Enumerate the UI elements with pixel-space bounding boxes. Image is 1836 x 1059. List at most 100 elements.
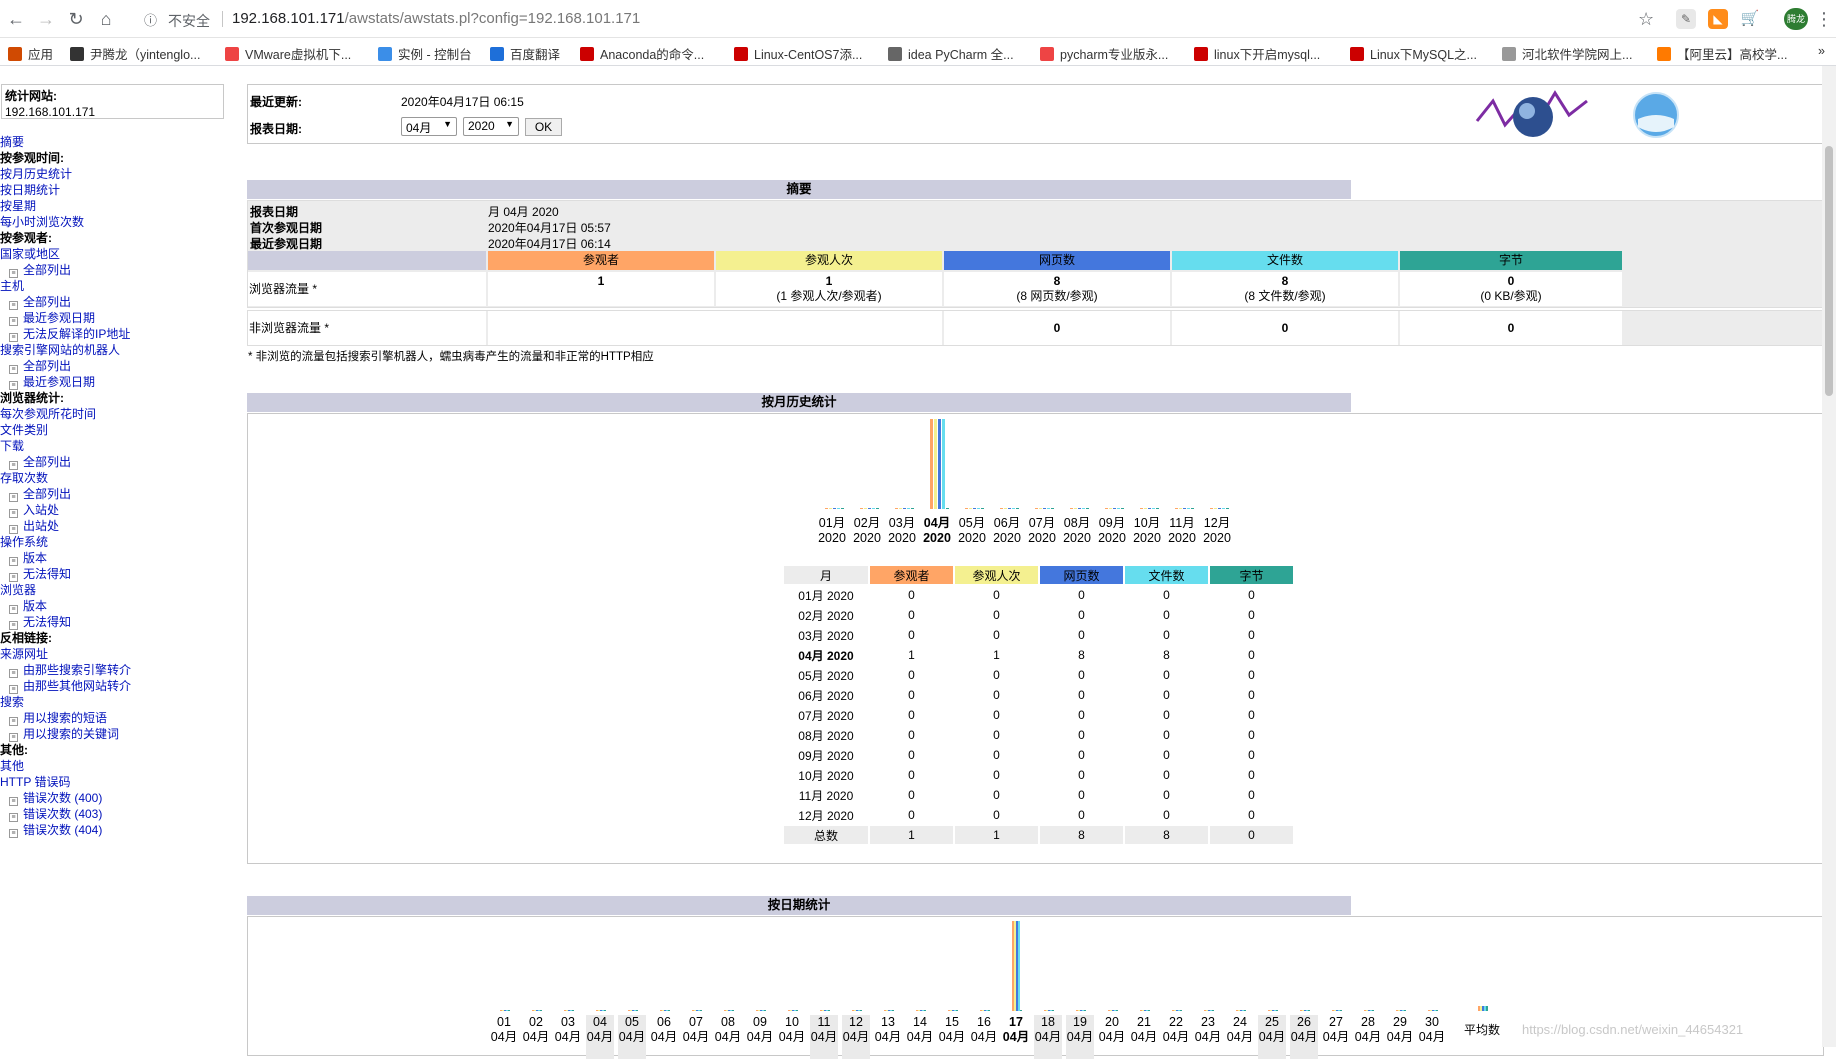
sidebar-item-label: 搜索引擎网站的机器人 — [0, 343, 121, 357]
tick-month: 04月 — [1194, 1030, 1222, 1044]
sidebar-item[interactable]: 浏览器 — [0, 582, 236, 598]
tick-day: 01 — [497, 1015, 511, 1029]
reload-icon[interactable]: ↻ — [66, 9, 86, 29]
sidebar-item[interactable]: ≡ 入站处 — [0, 502, 236, 518]
bookmark-item[interactable]: Linux-CentOS7添... — [734, 44, 862, 63]
sidebar-item-label: 由那些其他网站转介 — [23, 679, 132, 693]
ok-button[interactable]: OK — [525, 118, 562, 136]
sidebar-item[interactable]: 搜索 — [0, 694, 236, 710]
sidebar-item[interactable]: ≡ 用以搜索的短语 — [0, 710, 236, 726]
bookmark-item[interactable]: 河北软件学院网上... — [1502, 44, 1632, 63]
sidebar-item[interactable]: 摘要 — [0, 134, 236, 150]
chart-bar — [946, 508, 949, 509]
sidebar-item[interactable]: ≡ 无法反解译的IP地址 — [0, 326, 236, 342]
sidebar-item[interactable]: ≡ 全部列出 — [0, 358, 236, 374]
sidebar-item[interactable]: 下载 — [0, 438, 236, 454]
sidebar-item[interactable]: ≡ 全部列出 — [0, 486, 236, 502]
sidebar-item[interactable]: 按星期 — [0, 198, 236, 214]
tick-month: 06月 — [993, 516, 1021, 530]
chart-bar — [829, 508, 832, 509]
sidebar-item[interactable]: ≡ 无法得知 — [0, 566, 236, 582]
bytes-cell: 0 — [1248, 648, 1255, 662]
sidebar-item[interactable]: ≡ 由那些其他网站转介 — [0, 678, 236, 694]
bookmark-icon — [1040, 47, 1054, 61]
back-icon[interactable]: ← — [6, 9, 26, 29]
sidebar-item[interactable]: 按日期统计 — [0, 182, 236, 198]
sidebar-item-label: 操作系统 — [0, 535, 49, 549]
hits-sub: (8 文件数/参观) — [1244, 289, 1326, 303]
cart-icon[interactable]: 🛒 — [1740, 9, 1760, 29]
sidebar-item[interactable]: ≡ 版本 — [0, 598, 236, 614]
sidebar-item[interactable]: ≡ 由那些搜索引擎转介 — [0, 662, 236, 678]
sidebar-item[interactable]: ≡ 错误次数 (403) — [0, 806, 236, 822]
forward-icon[interactable]: → — [36, 9, 56, 29]
sidebar-item[interactable]: 操作系统 — [0, 534, 236, 550]
sidebar-item[interactable]: 按月历史统计 — [0, 166, 236, 182]
bookmark-item[interactable]: 应用 — [8, 44, 53, 63]
chart-bar — [1179, 508, 1182, 509]
sidebar-item[interactable]: 搜索引擎网站的机器人 — [0, 342, 236, 358]
extension-icon[interactable]: ◣ — [1708, 9, 1728, 29]
month-select[interactable]: 04月 ▼ — [401, 117, 457, 136]
more-bookmarks-icon[interactable]: » — [1818, 44, 1825, 58]
scrollbar-thumb[interactable] — [1825, 146, 1833, 396]
bookmark-item[interactable]: idea PyCharm 全... — [888, 44, 1014, 63]
sidebar-item[interactable]: 其他 — [0, 758, 236, 774]
extension-icon[interactable]: ✎ — [1676, 9, 1696, 29]
bookmark-item[interactable]: pycharm专业版永... — [1040, 44, 1168, 63]
chart-bar — [1039, 508, 1042, 509]
chart-bar — [1084, 1010, 1086, 1011]
sidebar-item[interactable]: 主机 — [0, 278, 236, 294]
chart-bar — [1226, 508, 1229, 509]
sidebar-item[interactable]: ≡ 错误次数 (404) — [0, 822, 236, 838]
sidebar-item[interactable]: ≡ 错误次数 (400) — [0, 790, 236, 806]
bookmark-item[interactable]: 百度翻译 — [490, 44, 560, 63]
col-pages: 网页数 — [944, 251, 1170, 270]
sidebar-item[interactable]: 每小时浏览次数 — [0, 214, 236, 230]
bytes-cell: 0 — [1248, 748, 1255, 762]
bookmark-star-icon[interactable]: ☆ — [1638, 9, 1654, 30]
sidebar-item[interactable]: 存取次数 — [0, 470, 236, 486]
month-select-value: 04月 — [406, 121, 432, 135]
home-icon[interactable]: ⌂ — [96, 9, 116, 29]
month-cell: 12月 2020 — [798, 808, 854, 823]
bytes-cell: 0 — [1248, 588, 1255, 602]
address-bar[interactable]: ⓘ 不安全 192.168.101.171/awstats/awstats.pl… — [132, 4, 1697, 34]
avatar[interactable]: 腾龙 — [1784, 8, 1808, 30]
bookmark-item[interactable]: VMware虚拟机下... — [225, 44, 351, 63]
sidebar-item[interactable]: ≡ 用以搜索的关键词 — [0, 726, 236, 742]
hits-cell: 8 (8 文件数/参观) — [1172, 272, 1398, 306]
sidebar-item[interactable]: 国家或地区 — [0, 246, 236, 262]
sidebar-item[interactable]: ≡ 无法得知 — [0, 614, 236, 630]
sidebar-item[interactable]: ≡ 版本 — [0, 550, 236, 566]
sidebar-item[interactable]: 每次参观所花时间 — [0, 406, 236, 422]
bookmark-item[interactable]: 尹腾龙（yintenglo... — [70, 44, 200, 63]
sidebar-item[interactable]: ≡ 最近参观日期 — [0, 310, 236, 326]
menu-icon[interactable]: ⋮ — [1814, 9, 1834, 29]
year-select[interactable]: 2020 ▼ — [463, 117, 519, 136]
url-text[interactable]: 192.168.101.171/awstats/awstats.pl?confi… — [232, 10, 640, 27]
sidebar-item[interactable]: ≡ 全部列出 — [0, 454, 236, 470]
bookmark-item[interactable]: Linux下MySQL之... — [1350, 44, 1477, 63]
sidebar-item[interactable]: ≡ 全部列出 — [0, 294, 236, 310]
sidebar-item[interactable]: HTTP 错误码 — [0, 774, 236, 790]
bookmark-item[interactable]: linux下开启mysql... — [1194, 44, 1320, 63]
info-icon[interactable]: ⓘ — [144, 10, 157, 29]
sidebar-item[interactable]: 来源网址 — [0, 646, 236, 662]
scrollbar[interactable] — [1822, 66, 1836, 1047]
sidebar-item-label: 其他: — [0, 743, 28, 757]
bookmarks-bar: 应用 尹腾龙（yintenglo... VMware虚拟机下... 实例 - 控制台 百… — [0, 38, 1836, 66]
sidebar-item-label: 用以搜索的短语 — [23, 711, 108, 725]
bookmark-icon — [225, 47, 239, 61]
sidebar-item[interactable]: 文件类别 — [0, 422, 236, 438]
list-icon: ≡ — [9, 301, 18, 310]
bookmark-icon — [1502, 47, 1516, 61]
tick-month: 04月 — [650, 1030, 678, 1044]
bookmark-item[interactable]: Anaconda的命令... — [580, 44, 704, 63]
sidebar-item[interactable]: ≡ 出站处 — [0, 518, 236, 534]
sidebar-item[interactable]: ≡ 全部列出 — [0, 262, 236, 278]
bookmark-item[interactable]: 【阿里云】高校学... — [1657, 44, 1787, 63]
chart-bar — [907, 508, 910, 509]
sidebar-item[interactable]: ≡ 最近参观日期 — [0, 374, 236, 390]
bookmark-item[interactable]: 实例 - 控制台 — [378, 44, 472, 63]
